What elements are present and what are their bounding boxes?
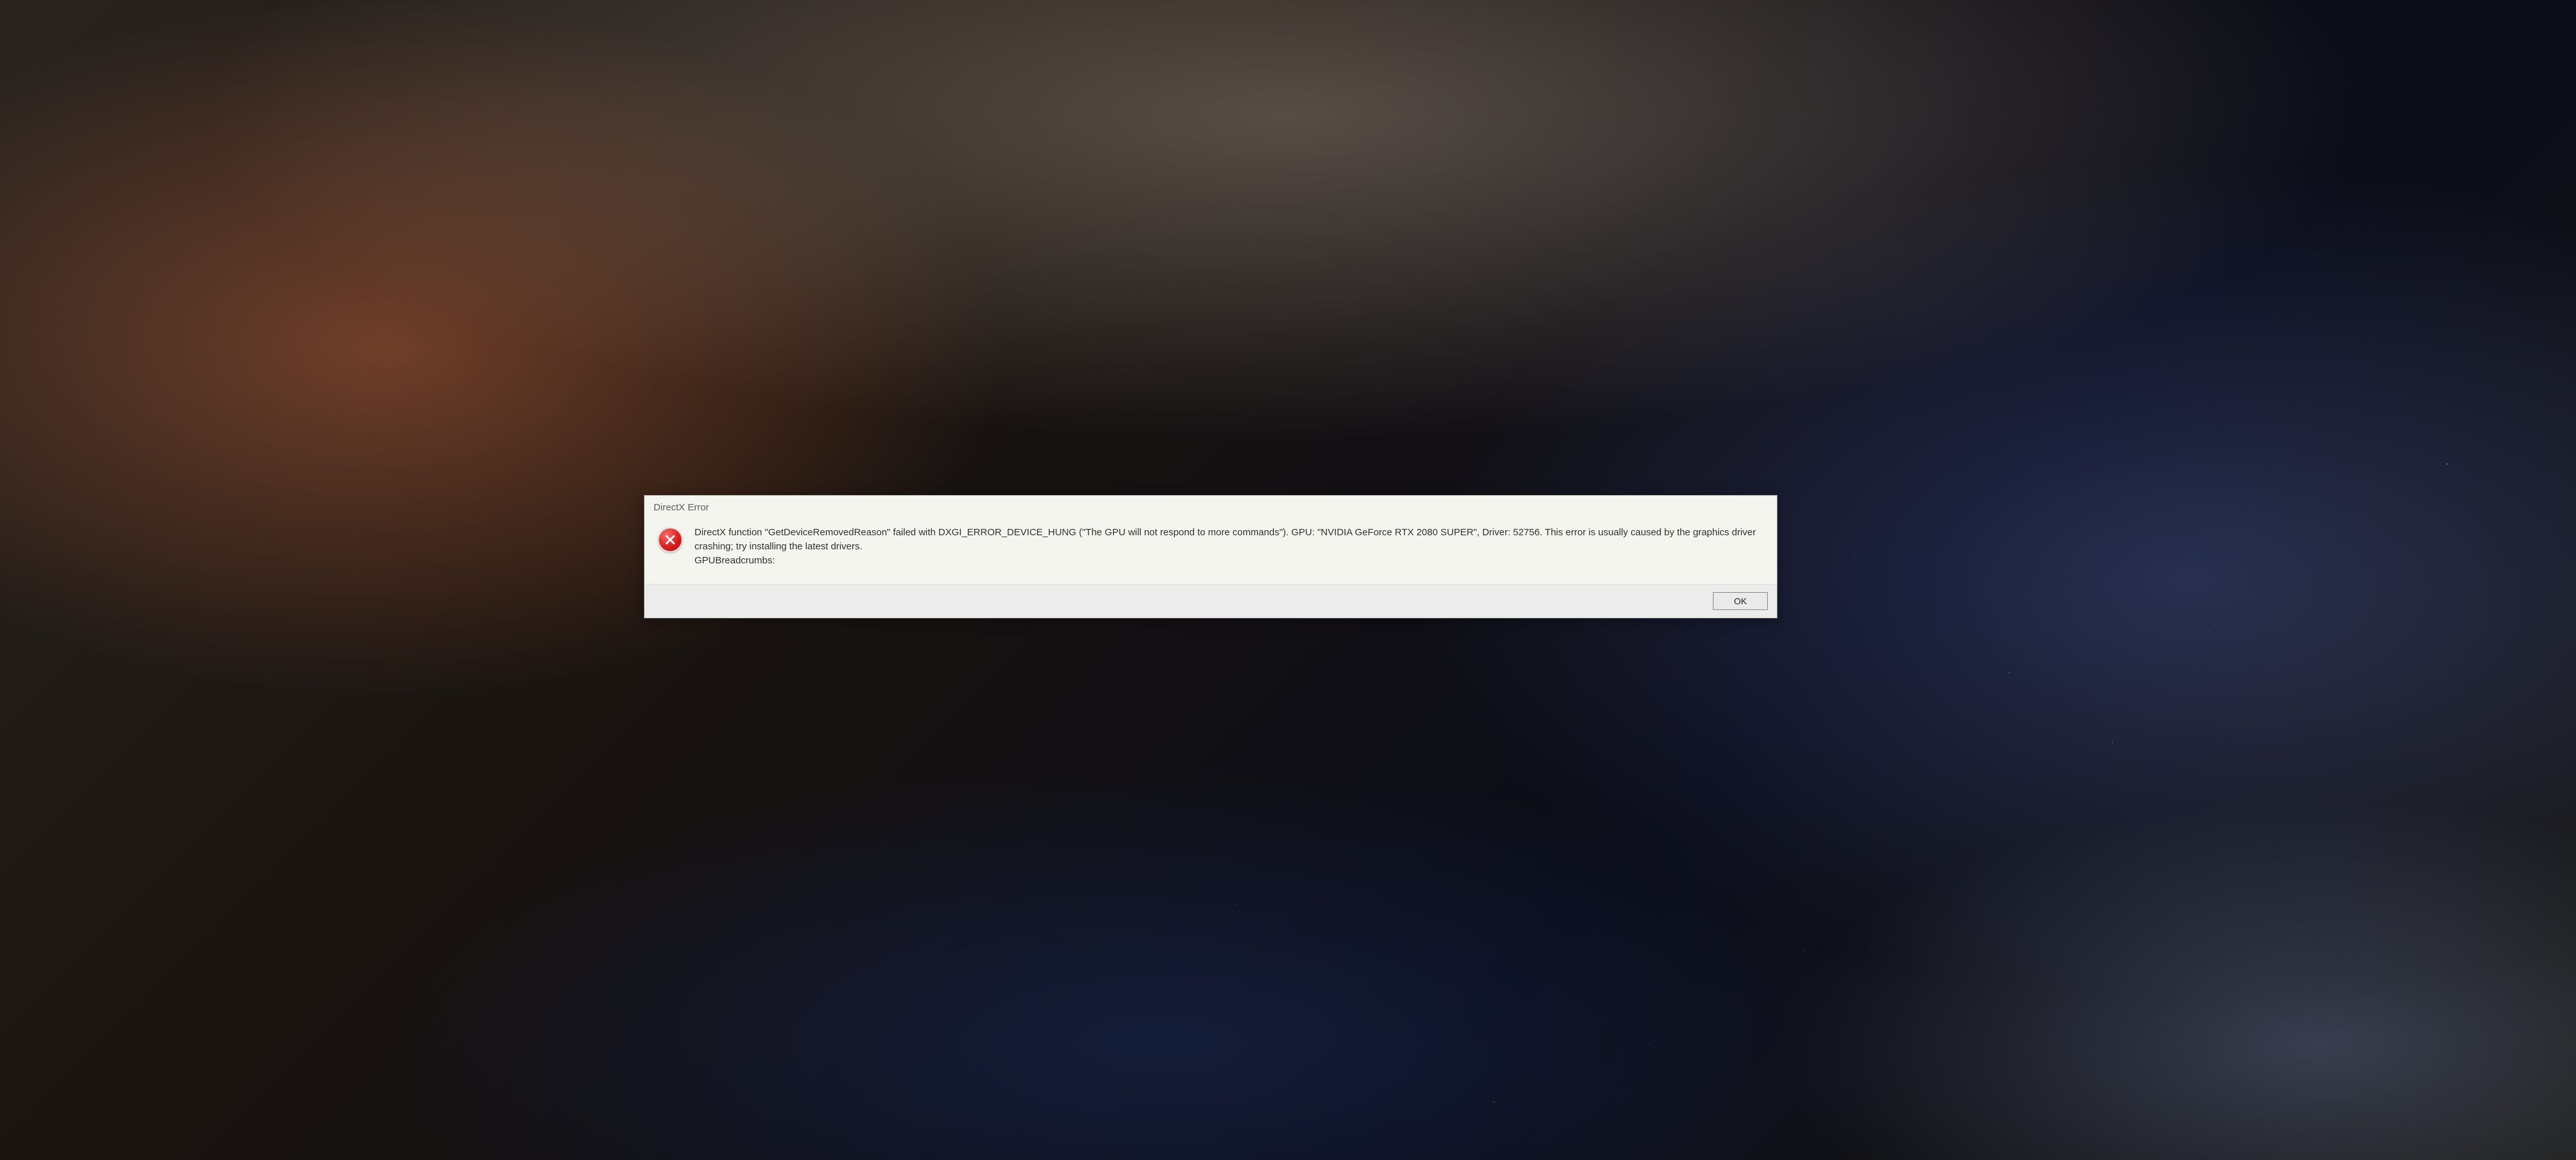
desktop-background: { "dialog": { "title": "DirectX Error", … — [0, 0, 2576, 1160]
dialog-button-row: OK — [645, 584, 1777, 618]
error-dialog: DirectX Error DirectX function "GetDevic… — [644, 495, 1777, 618]
error-icon — [657, 526, 683, 553]
ok-button[interactable]: OK — [1713, 592, 1768, 610]
dialog-title: DirectX Error — [645, 496, 1777, 518]
error-x-icon — [657, 527, 683, 553]
dialog-body: DirectX function "GetDeviceRemovedReason… — [645, 518, 1777, 584]
error-message: DirectX function "GetDeviceRemovedReason… — [694, 526, 1764, 567]
